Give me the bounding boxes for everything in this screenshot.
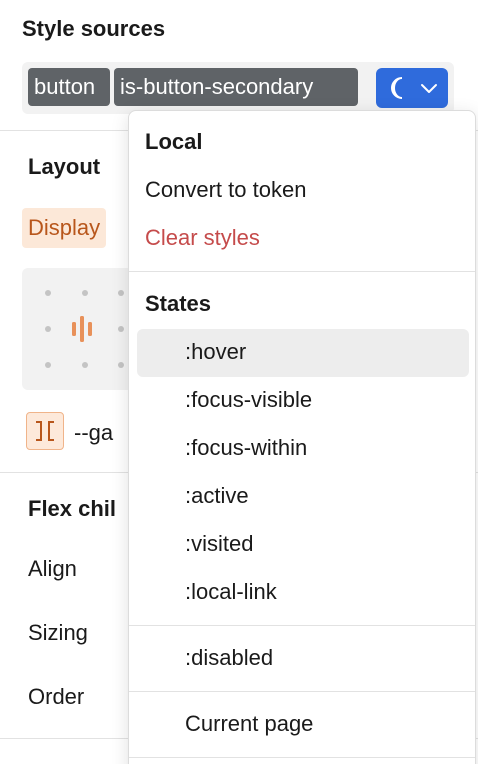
state-focus-within-item[interactable]: :focus-within [185, 435, 307, 461]
gap-value[interactable]: --ga [74, 420, 113, 446]
alignment-dot [118, 362, 124, 368]
state-active-item[interactable]: :active [185, 483, 249, 509]
state-disabled-item[interactable]: :disabled [185, 645, 273, 671]
flex-alignment-icon [72, 316, 92, 342]
layout-section-title: Layout [28, 154, 101, 179]
menu-separator [129, 757, 475, 758]
clear-styles-item[interactable]: Clear styles [145, 225, 260, 251]
menu-separator [129, 691, 475, 692]
flex-alignment-control[interactable] [22, 268, 142, 390]
convert-to-token-item[interactable]: Convert to token [145, 177, 306, 203]
alignment-dot [45, 326, 51, 332]
state-hover-item[interactable]: :hover [185, 339, 246, 365]
state-focus-visible-item[interactable]: :focus-visible [185, 387, 312, 413]
display-property-label[interactable]: Display [22, 208, 107, 248]
current-page-item[interactable]: Current page [185, 711, 313, 737]
style-sources-title: Style sources [22, 16, 166, 41]
menu-separator [129, 271, 475, 272]
moon-icon [391, 77, 403, 99]
gap-icon[interactable] [26, 412, 64, 450]
alignment-dot [82, 290, 88, 296]
states-header: States [145, 291, 212, 316]
style-source-token[interactable]: is-button-secondary [114, 68, 358, 106]
gap-icon-glyph [36, 421, 54, 441]
alignment-dot [45, 290, 51, 296]
sizing-label: Sizing [28, 620, 88, 645]
state-local-link-item[interactable]: :local-link [185, 579, 277, 605]
style-panel: Style sources button is-button-secondary… [0, 0, 478, 764]
local-header: Local [145, 129, 203, 154]
state-visited-item[interactable]: :visited [185, 531, 253, 557]
order-label: Order [28, 684, 85, 709]
state-selector-button[interactable] [376, 68, 448, 108]
menu-separator [129, 625, 475, 626]
chevron-down-icon [421, 84, 437, 93]
flex-child-section-title: Flex chil [28, 496, 117, 521]
alignment-dot [118, 326, 124, 332]
alignment-dot [45, 362, 51, 368]
alignment-dot [118, 290, 124, 296]
align-label: Align [28, 556, 77, 581]
state-dropdown-menu: Local Convert to token Clear styles Stat… [128, 110, 476, 764]
alignment-dot [82, 362, 88, 368]
style-source-token[interactable]: button [28, 68, 110, 106]
